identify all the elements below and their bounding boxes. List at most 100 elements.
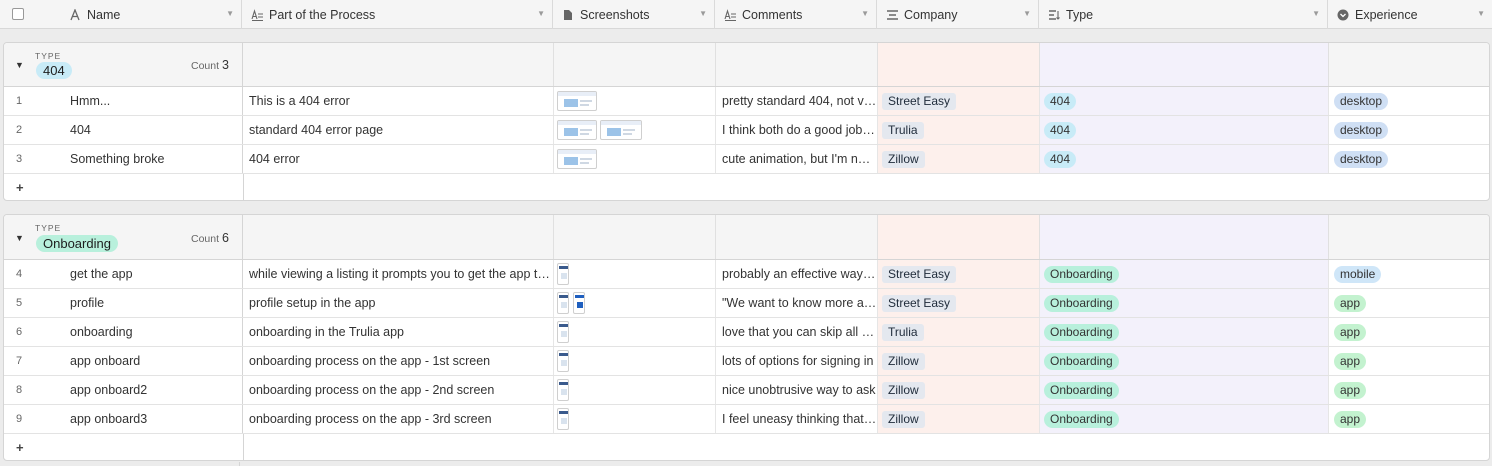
company-cell[interactable]: Street Easy bbox=[878, 289, 1040, 317]
table-row[interactable]: 7 app onboard onboarding process on the ap… bbox=[4, 347, 1489, 376]
part-cell[interactable]: onboarding process on the app - 2nd scre… bbox=[243, 376, 554, 404]
screenshot-thumbnail[interactable] bbox=[573, 292, 585, 314]
screenshots-cell[interactable] bbox=[554, 260, 716, 288]
company-cell[interactable]: Zillow bbox=[878, 347, 1040, 375]
experience-cell[interactable]: desktop bbox=[1329, 145, 1489, 173]
table-row[interactable]: 4 get the app while viewing a listing it p… bbox=[4, 260, 1489, 289]
screenshot-thumbnail[interactable] bbox=[600, 120, 642, 140]
screenshots-cell[interactable] bbox=[554, 405, 716, 433]
company-cell[interactable]: Trulia bbox=[878, 318, 1040, 346]
company-cell[interactable]: Street Easy bbox=[878, 87, 1040, 115]
group-header[interactable]: TYPE ▼ Onboarding Count 6 bbox=[4, 215, 1489, 260]
chevron-down-icon[interactable]: ▼ bbox=[537, 9, 545, 18]
type-cell[interactable]: 404 bbox=[1040, 145, 1329, 173]
type-cell[interactable]: 404 bbox=[1040, 87, 1329, 115]
part-cell[interactable]: onboarding process on the app - 1st scre… bbox=[243, 347, 554, 375]
part-cell[interactable]: onboarding in the Trulia app bbox=[243, 318, 554, 346]
company-cell[interactable]: Street Easy bbox=[878, 260, 1040, 288]
name-cell[interactable]: app onboard2 bbox=[64, 376, 243, 404]
comments-cell[interactable]: lots of options for signing in bbox=[716, 347, 878, 375]
name-cell[interactable]: 404 bbox=[64, 116, 243, 144]
screenshots-cell[interactable] bbox=[554, 116, 716, 144]
type-cell[interactable]: Onboarding bbox=[1040, 376, 1329, 404]
chevron-down-icon[interactable]: ▼ bbox=[226, 9, 234, 18]
company-cell[interactable]: Zillow bbox=[878, 405, 1040, 433]
screenshot-thumbnail[interactable] bbox=[557, 350, 569, 372]
experience-cell[interactable]: app bbox=[1329, 347, 1489, 375]
experience-cell[interactable]: app bbox=[1329, 289, 1489, 317]
chevron-down-icon[interactable]: ▼ bbox=[1477, 9, 1485, 18]
comments-cell[interactable]: nice unobtrusive way to ask bbox=[716, 376, 878, 404]
table-row[interactable]: 8 app onboard2 onboarding process on the a… bbox=[4, 376, 1489, 405]
comments-cell[interactable]: "We want to know more about you" bbox=[716, 289, 878, 317]
table-row[interactable]: 2 404 standard 404 error page I think both … bbox=[4, 116, 1489, 145]
comments-cell[interactable]: love that you can skip all of it bbox=[716, 318, 878, 346]
name-cell[interactable]: app onboard3 bbox=[64, 405, 243, 433]
select-all-checkbox[interactable] bbox=[12, 8, 24, 20]
name-cell[interactable]: Hmm... bbox=[64, 87, 243, 115]
company-cell[interactable]: Zillow bbox=[878, 376, 1040, 404]
screenshot-thumbnail[interactable] bbox=[557, 91, 597, 111]
part-cell[interactable]: 404 error bbox=[243, 145, 554, 173]
part-cell[interactable]: while viewing a listing it prompts you t… bbox=[243, 260, 554, 288]
part-cell[interactable]: standard 404 error page bbox=[243, 116, 554, 144]
screenshots-cell[interactable] bbox=[554, 289, 716, 317]
screenshots-cell[interactable] bbox=[554, 318, 716, 346]
group-header[interactable]: TYPE ▼ 404 Count 3 bbox=[4, 43, 1489, 87]
chevron-down-icon[interactable]: ▼ bbox=[699, 9, 707, 18]
experience-cell[interactable]: app bbox=[1329, 405, 1489, 433]
comments-cell[interactable]: cute animation, but I'm not sure it help… bbox=[716, 145, 878, 173]
table-row[interactable]: 3 Something broke 404 error cute animation,… bbox=[4, 145, 1489, 174]
column-header-experience[interactable]: Experience ▼ bbox=[1328, 0, 1492, 29]
plus-icon[interactable]: + bbox=[16, 180, 24, 195]
screenshot-thumbnail[interactable] bbox=[557, 379, 569, 401]
column-header-screenshots[interactable]: Screenshots ▼ bbox=[553, 0, 715, 29]
type-cell[interactable]: Onboarding bbox=[1040, 347, 1329, 375]
name-cell[interactable]: Something broke bbox=[64, 145, 243, 173]
add-record-row[interactable]: + bbox=[4, 434, 1489, 460]
comments-cell[interactable]: I feel uneasy thinking that they track m… bbox=[716, 405, 878, 433]
screenshot-thumbnail[interactable] bbox=[557, 292, 569, 314]
chevron-down-icon[interactable]: ▼ bbox=[1312, 9, 1320, 18]
screenshot-thumbnail[interactable] bbox=[557, 120, 597, 140]
screenshots-cell[interactable] bbox=[554, 376, 716, 404]
screenshots-cell[interactable] bbox=[554, 145, 716, 173]
experience-cell[interactable]: app bbox=[1329, 318, 1489, 346]
name-cell[interactable]: app onboard bbox=[64, 347, 243, 375]
comments-cell[interactable]: I think both do a good job of it bbox=[716, 116, 878, 144]
chevron-down-icon[interactable]: ▼ bbox=[861, 9, 869, 18]
screenshot-thumbnail[interactable] bbox=[557, 149, 597, 169]
type-cell[interactable]: 404 bbox=[1040, 116, 1329, 144]
screenshot-thumbnail[interactable] bbox=[557, 263, 569, 285]
name-cell[interactable]: onboarding bbox=[64, 318, 243, 346]
company-cell[interactable]: Zillow bbox=[878, 145, 1040, 173]
table-row[interactable]: 5 profile profile setup in the app "We want… bbox=[4, 289, 1489, 318]
column-header-type[interactable]: Type ▼ bbox=[1039, 0, 1328, 29]
type-cell[interactable]: Onboarding bbox=[1040, 405, 1329, 433]
screenshot-thumbnail[interactable] bbox=[557, 321, 569, 343]
name-cell[interactable]: profile bbox=[64, 289, 243, 317]
column-header-part[interactable]: Part of the Process ▼ bbox=[242, 0, 553, 29]
part-cell[interactable]: profile setup in the app bbox=[243, 289, 554, 317]
part-cell[interactable]: This is a 404 error bbox=[243, 87, 554, 115]
company-cell[interactable]: Trulia bbox=[878, 116, 1040, 144]
chevron-down-icon[interactable]: ▼ bbox=[1023, 9, 1031, 18]
column-header-comments[interactable]: Comments ▼ bbox=[715, 0, 877, 29]
plus-icon[interactable]: + bbox=[16, 440, 24, 455]
type-cell[interactable]: Onboarding bbox=[1040, 318, 1329, 346]
table-row[interactable]: 9 app onboard3 onboarding process on the a… bbox=[4, 405, 1489, 434]
add-record-row[interactable]: + bbox=[4, 174, 1489, 200]
experience-cell[interactable]: mobile bbox=[1329, 260, 1489, 288]
screenshots-cell[interactable] bbox=[554, 87, 716, 115]
collapse-triangle-icon[interactable]: ▼ bbox=[15, 233, 24, 243]
type-cell[interactable]: Onboarding bbox=[1040, 260, 1329, 288]
experience-cell[interactable]: desktop bbox=[1329, 116, 1489, 144]
table-row[interactable]: 1 Hmm... This is a 404 error pretty standar… bbox=[4, 87, 1489, 116]
experience-cell[interactable]: desktop bbox=[1329, 87, 1489, 115]
experience-cell[interactable]: app bbox=[1329, 376, 1489, 404]
column-header-name[interactable]: Name ▼ bbox=[60, 0, 242, 29]
part-cell[interactable]: onboarding process on the app - 3rd scre… bbox=[243, 405, 554, 433]
table-row[interactable]: 6 onboarding onboarding in the Trulia app l… bbox=[4, 318, 1489, 347]
column-header-company[interactable]: Company ▼ bbox=[877, 0, 1039, 29]
screenshots-cell[interactable] bbox=[554, 347, 716, 375]
